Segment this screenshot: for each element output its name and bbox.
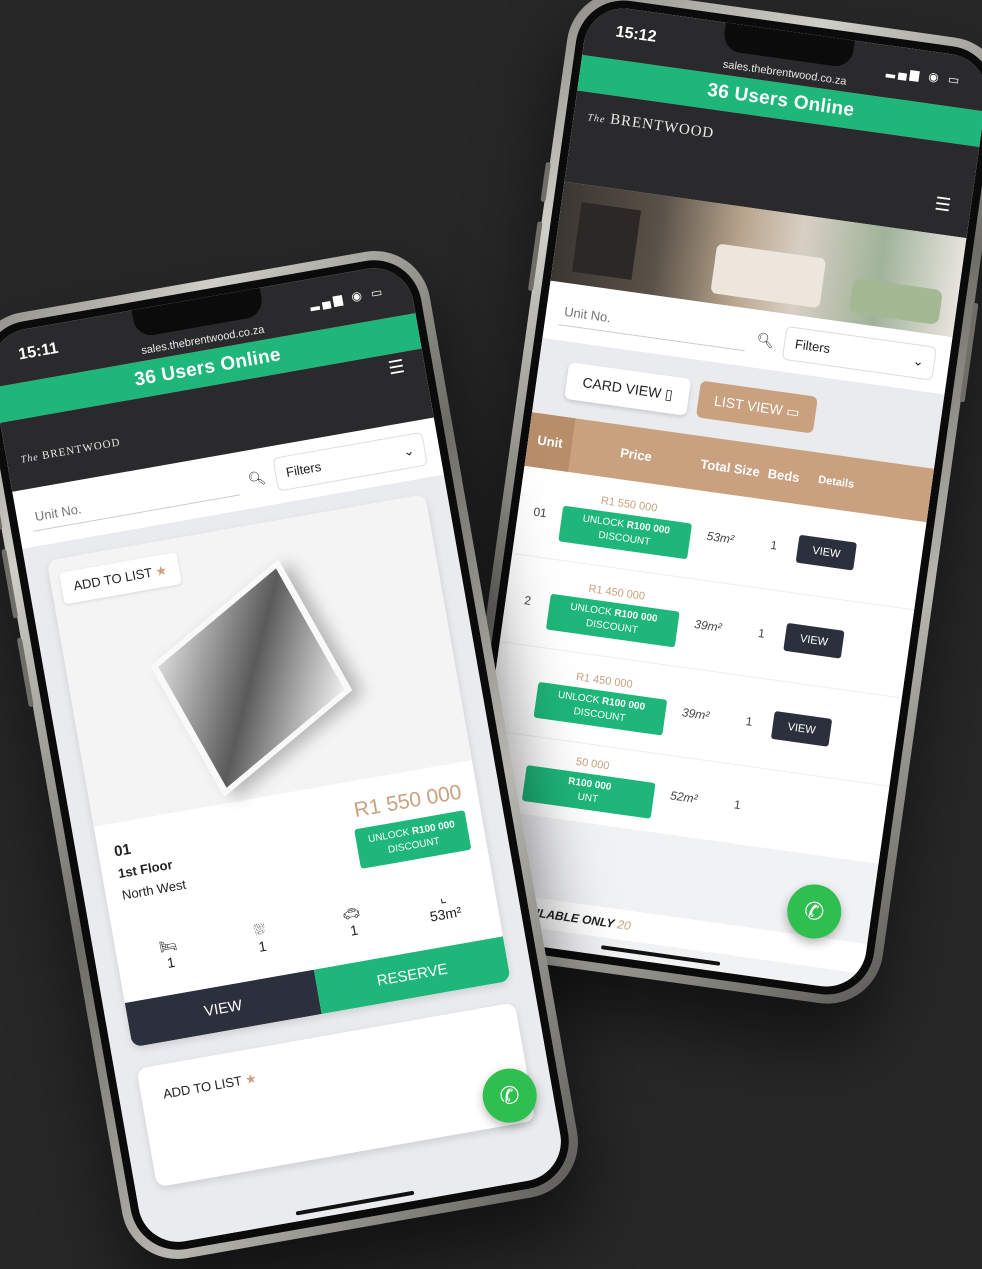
laptop-icon: ▭ (785, 402, 801, 421)
star-icon: ★ (243, 1070, 258, 1088)
add-to-list-button[interactable]: ADD TO LIST ★ (59, 552, 182, 605)
brand-logo[interactable]: The BRENTWOOD (20, 436, 122, 465)
unit-number-input[interactable] (558, 297, 749, 352)
add-to-list-button[interactable]: ADD TO LIST ★ (149, 1060, 272, 1112)
chevron-down-icon: ⌄ (911, 352, 925, 370)
chevron-down-icon: ⌄ (402, 442, 416, 460)
list-view-button[interactable]: LIST VIEW ▭ (695, 380, 818, 434)
brand-logo[interactable]: The BRENTWOOD (586, 108, 715, 143)
star-icon: ★ (154, 562, 169, 580)
view-button[interactable]: VIEW (783, 622, 845, 659)
hamburger-menu-icon[interactable]: ☰ (387, 356, 407, 379)
search-icon[interactable]: 🔍︎ (247, 468, 267, 488)
view-button[interactable]: VIEW (795, 534, 857, 571)
search-icon[interactable]: 🔍︎ (755, 330, 776, 349)
left-screen: 15:11 ▂▄▆ ◉ ▭ sales.thebrentwood.co.za 3… (0, 261, 568, 1249)
unit-list: ADD TO LIST ★ 01 1st Floor North West R1… (22, 474, 568, 1249)
card-view-button[interactable]: CARD VIEW ▯ (564, 362, 692, 416)
floorplan-3d-icon (150, 559, 353, 797)
view-button[interactable]: VIEW (770, 711, 833, 747)
units-table: Unit Price Total Size Beds Details 01 R1… (476, 412, 935, 864)
right-screen: 15:12 ▂▄▆ ◉ ▭ sales.thebrentwood.co.za 3… (458, 3, 982, 992)
unit-card: ADD TO LIST ★ 01 1st Floor North West R1… (46, 494, 511, 1048)
left-phone: 15:11 ▂▄▆ ◉ ▭ sales.thebrentwood.co.za 3… (0, 242, 587, 1268)
hamburger-menu-icon[interactable]: ☰ (933, 193, 952, 216)
phone-icon: ▯ (663, 385, 674, 403)
filters-dropdown[interactable]: Filters ⌄ (781, 325, 938, 381)
